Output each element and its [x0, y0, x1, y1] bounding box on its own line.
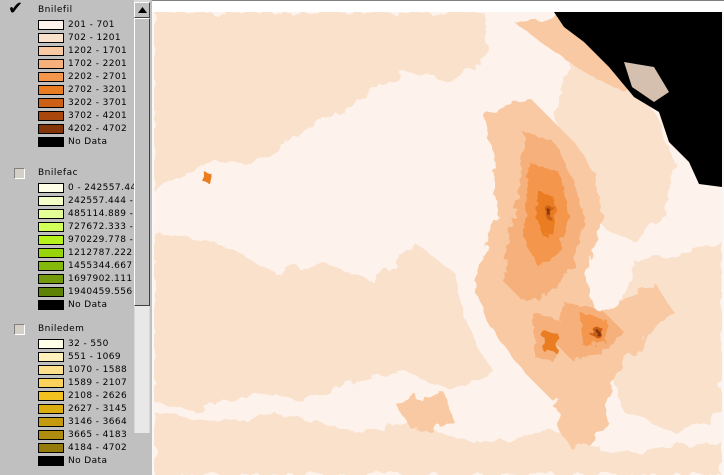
map-frame-edge: [152, 0, 724, 12]
legend-label: 3202 - 3701: [68, 98, 128, 108]
legend-label: 1702 - 2201: [68, 59, 128, 69]
legend-label: No Data: [68, 300, 108, 310]
legend-swatch: [38, 300, 64, 310]
legend-label: 2702 - 3201: [68, 85, 128, 95]
legend-label: 1589 - 2107: [68, 378, 128, 388]
checkmark-icon[interactable]: ✔: [8, 2, 23, 18]
legend-label: 1202 - 1701: [68, 46, 128, 56]
table-of-contents: ✔ Bnilefil 201 - 701 702 - 1201 1202 - 1701 1…: [0, 0, 152, 475]
legend-label: 702 - 1201: [68, 33, 122, 43]
legend-label: 242557.444 - 485114.889: [68, 196, 134, 206]
layer-header[interactable]: ✔ Bnilefil: [2, 2, 134, 18]
legend-label: 970229.778 - 1212787.222: [68, 235, 134, 245]
legend-swatch: [38, 124, 64, 134]
layer-header[interactable]: Bniledem: [2, 321, 134, 337]
layer-0: ✔ Bnilefil 201 - 701 702 - 1201 1202 - 1701 1…: [2, 2, 134, 147]
legend-pane: ✔ Bnilefil 201 - 701 702 - 1201 1202 - 1701 1…: [2, 2, 134, 473]
arrow-up-icon: [138, 7, 147, 13]
legend-label: 3702 - 4201: [68, 111, 128, 121]
legend-swatch: [38, 443, 64, 453]
legend-swatch: [38, 391, 64, 401]
map-view[interactable]: [152, 0, 724, 475]
legend-swatch: [38, 196, 64, 206]
legend-label: 1070 - 1588: [68, 365, 128, 375]
legend-swatch: [38, 287, 64, 297]
legend-swatch: [38, 404, 64, 414]
layer-visibility-checkbox[interactable]: [14, 168, 25, 179]
scroll-track[interactable]: [135, 306, 149, 433]
legend-label: 201 - 701: [68, 20, 115, 30]
layer-visibility-checkbox[interactable]: [14, 324, 25, 335]
legend-swatch: [38, 222, 64, 232]
legend-label: 1455344.667 - 1697902.111: [68, 261, 134, 271]
legend-swatch: [38, 33, 64, 43]
legend-swatch: [38, 137, 64, 147]
legend-swatch: [38, 111, 64, 121]
legend-label: 4184 - 4702: [68, 443, 128, 453]
legend-label: No Data: [68, 137, 108, 147]
layer-name[interactable]: Bnilefil: [38, 5, 73, 15]
legend-label: 1212787.222 - 1455344.667: [68, 248, 134, 258]
legend-swatch: [38, 339, 64, 349]
legend-swatch: [38, 235, 64, 245]
legend-swatch: [38, 72, 64, 82]
legend-label: 0 - 242557.444: [68, 183, 134, 193]
legend-label: 3665 - 4183: [68, 430, 128, 440]
legend-label: 32 - 550: [68, 339, 109, 349]
legend-swatch: [38, 430, 64, 440]
legend-label: 1940459.556 -: [68, 287, 134, 297]
legend-swatch: [38, 365, 64, 375]
legend-label: 2627 - 3145: [68, 404, 128, 414]
legend-label: 551 - 1069: [68, 352, 122, 362]
legend-swatch: [38, 456, 64, 466]
layer-name[interactable]: Bnilefac: [38, 168, 78, 178]
layer-2: Bniledem 32 - 550 551 - 1069 1070 - 1588 158…: [2, 321, 134, 466]
legend-swatch: [38, 183, 64, 193]
legend-swatch: [38, 261, 64, 271]
layer-name[interactable]: Bniledem: [38, 324, 84, 334]
legend-swatch: [38, 352, 64, 362]
legend-swatch: [38, 378, 64, 388]
map-canvas[interactable]: [154, 12, 722, 475]
layer-header[interactable]: Bnilefac: [2, 165, 134, 181]
legend-swatch: [38, 417, 64, 427]
toc-scrollbar[interactable]: [134, 0, 150, 433]
legend-label: 485114.889 - 727672.333: [68, 209, 134, 219]
legend-label: 2108 - 2626: [68, 391, 128, 401]
legend-swatch: [38, 59, 64, 69]
scroll-up-button[interactable]: [134, 2, 150, 18]
layer-1: Bnilefac 0 - 242557.444 242557.444 - 48511…: [2, 165, 134, 310]
legend-swatch: [38, 98, 64, 108]
legend-label: 1697902.111 - 1940459.556: [68, 274, 134, 284]
legend-label: No Data: [68, 456, 108, 466]
legend-label: 727672.333 - 970229.778: [68, 222, 134, 232]
legend-swatch: [38, 46, 64, 56]
legend-swatch: [38, 274, 64, 284]
scroll-thumb[interactable]: [134, 18, 150, 306]
legend-label: 3146 - 3664: [68, 417, 128, 427]
legend-swatch: [38, 85, 64, 95]
legend-label: 4202 - 4702: [68, 124, 128, 134]
legend-label: 2202 - 2701: [68, 72, 128, 82]
elevation-raster: [154, 12, 722, 475]
legend-swatch: [38, 209, 64, 219]
legend-swatch: [38, 20, 64, 30]
legend-swatch: [38, 248, 64, 258]
